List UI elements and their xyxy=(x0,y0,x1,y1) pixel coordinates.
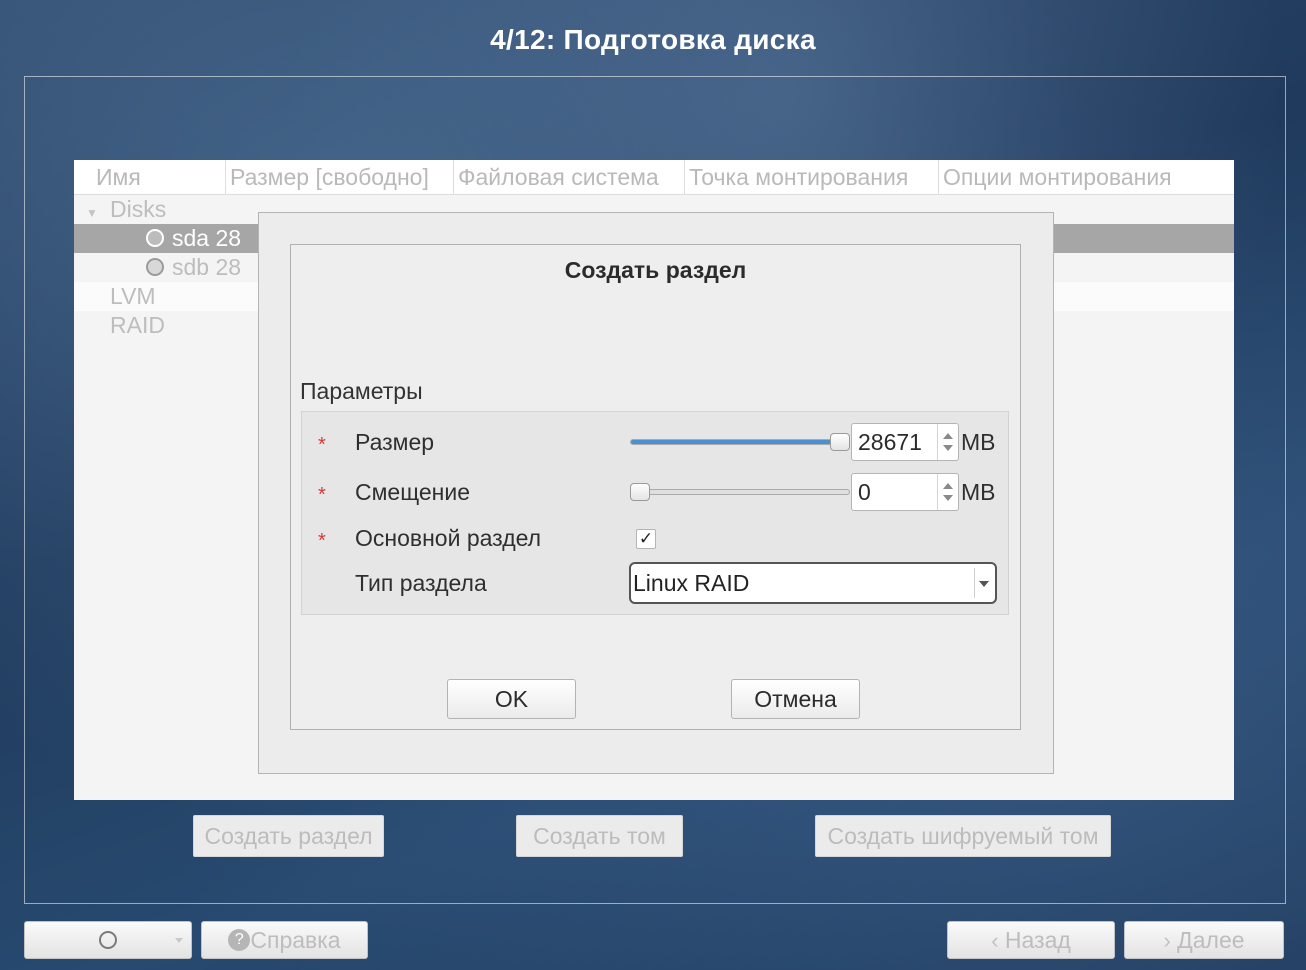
primary-partition-checkbox[interactable]: ✓ xyxy=(636,529,656,549)
size-unit: MB xyxy=(961,429,996,455)
cancel-button[interactable]: Отмена xyxy=(731,679,860,719)
chevron-left-icon: ‹ xyxy=(991,928,999,953)
create-partition-dialog: Создать раздел Параметры * Размер 28671 … xyxy=(290,244,1021,730)
size-spinbox[interactable]: 28671 xyxy=(851,423,959,461)
back-label: Назад xyxy=(1004,927,1071,953)
chevron-down-icon xyxy=(979,581,989,587)
column-header-mountpoint[interactable]: Точка монтирования xyxy=(685,160,939,194)
disk-icon xyxy=(146,228,164,247)
help-button[interactable]: ? Справка xyxy=(201,921,368,959)
tree-label-disks: Disks xyxy=(110,196,167,222)
dropdown-button[interactable] xyxy=(974,568,993,598)
spin-up-icon[interactable] xyxy=(943,433,953,439)
offset-value: 0 xyxy=(858,479,871,505)
tree-label-sdb: sdb xyxy=(172,254,210,280)
offset-unit: MB xyxy=(961,479,996,505)
size-slider[interactable] xyxy=(630,439,842,445)
create-partition-button[interactable]: Создать раздел xyxy=(193,815,384,857)
disk-icon xyxy=(146,257,164,276)
required-marker: * xyxy=(318,434,326,456)
create-encrypted-volume-button[interactable]: Создать шифруемый том xyxy=(815,815,1111,857)
required-marker: * xyxy=(318,484,326,506)
chevron-right-icon: › xyxy=(1163,928,1171,953)
partition-type-value: Linux RAID xyxy=(633,570,750,596)
page-title: 4/12: Подготовка диска xyxy=(490,24,816,55)
size-spin-buttons[interactable] xyxy=(937,424,958,460)
tree-size-sda: 28 xyxy=(215,225,242,251)
next-button[interactable]: › Далее xyxy=(1124,921,1284,959)
column-header-filesystem[interactable]: Файловая система xyxy=(454,160,685,194)
spin-down-icon[interactable] xyxy=(943,495,953,501)
primary-partition-label: Основной раздел xyxy=(355,525,542,551)
size-value: 28671 xyxy=(858,429,922,455)
offset-label: Смещение xyxy=(355,479,471,505)
size-slider-fill xyxy=(631,440,841,444)
size-slider-handle[interactable] xyxy=(830,433,850,451)
create-volume-button[interactable]: Создать том xyxy=(516,815,683,857)
system-menu-button[interactable] xyxy=(24,921,192,959)
dialog-title: Создать раздел xyxy=(564,257,747,283)
back-button[interactable]: ‹ Назад xyxy=(947,921,1115,959)
column-header-size[interactable]: Размер [свободно] xyxy=(226,160,454,194)
spin-down-icon[interactable] xyxy=(943,445,953,451)
power-icon xyxy=(99,930,117,949)
offset-spinbox[interactable]: 0 xyxy=(851,473,959,511)
column-header-name[interactable]: Имя xyxy=(92,160,226,194)
size-label: Размер xyxy=(355,429,435,455)
offset-slider-handle[interactable] xyxy=(630,483,650,501)
offset-spin-buttons[interactable] xyxy=(937,474,958,510)
ok-button[interactable]: OK xyxy=(447,679,576,719)
next-label: Далее xyxy=(1177,927,1245,953)
required-marker: * xyxy=(318,530,326,552)
tree-size-sdb: 28 xyxy=(215,254,242,280)
tree-label-raid: RAID xyxy=(110,312,165,338)
help-icon: ? xyxy=(228,928,251,951)
column-header-mount-options[interactable]: Опции монтирования xyxy=(939,160,1234,194)
tree-label-lvm: LVM xyxy=(110,283,156,309)
params-group: * Размер 28671 MB * Смещение 0 MB * Осно… xyxy=(301,411,1009,615)
params-group-label: Параметры xyxy=(300,378,423,404)
partition-type-select[interactable]: Linux RAID xyxy=(629,562,997,604)
chevron-down-icon xyxy=(175,938,183,943)
offset-slider[interactable] xyxy=(630,489,850,495)
tree-label-sda: sda xyxy=(172,225,210,251)
tree-header: Имя Размер [свободно] Файловая система Т… xyxy=(74,160,1234,195)
partition-type-label: Тип раздела xyxy=(355,570,487,596)
help-label: Справка xyxy=(250,927,341,953)
spin-up-icon[interactable] xyxy=(943,483,953,489)
